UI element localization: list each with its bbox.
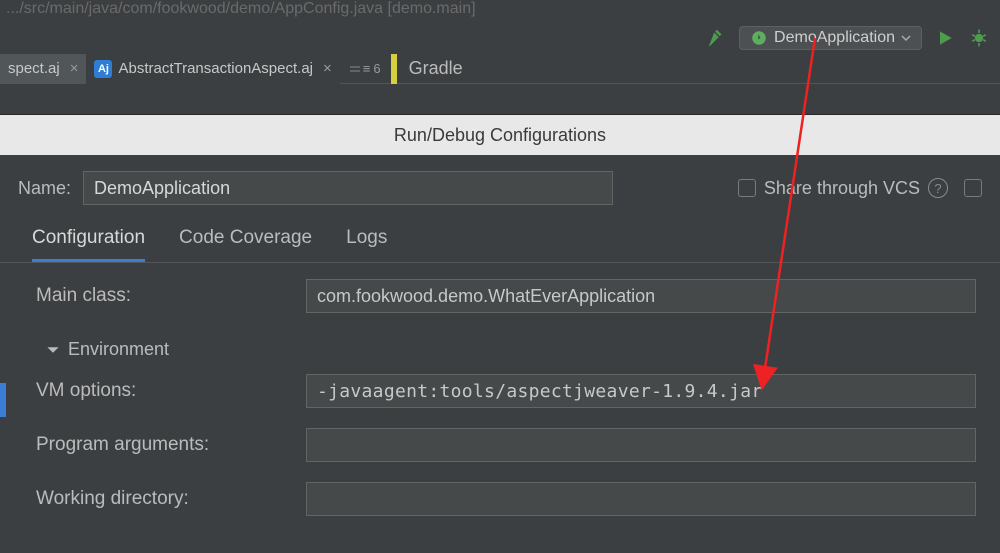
gutter-indicator: ≡6 (340, 61, 391, 76)
dialog-title: Run/Debug Configurations (0, 115, 1000, 155)
aspectj-icon: Aj (94, 60, 112, 78)
run-configuration-label: DemoApplication (774, 29, 895, 47)
tab-label: AbstractTransactionAspect.aj (118, 60, 313, 77)
gradle-panel-label[interactable]: Gradle (397, 58, 475, 79)
spring-boot-icon (750, 29, 768, 47)
close-icon[interactable]: × (323, 60, 332, 77)
breadcrumb: .../src/main/java/com/fookwood/demo/AppC… (0, 0, 1000, 22)
editor-tab[interactable]: spect.aj × (0, 54, 86, 84)
run-icon[interactable] (934, 27, 956, 49)
main-class-label: Main class: (24, 285, 294, 307)
main-class-input[interactable] (306, 279, 976, 313)
extra-checkbox[interactable] (964, 179, 982, 197)
tab-code-coverage[interactable]: Code Coverage (179, 227, 312, 262)
name-label: Name: (18, 178, 71, 199)
program-args-label: Program arguments: (24, 434, 294, 456)
hammer-icon[interactable] (705, 27, 727, 49)
environment-label: Environment (68, 339, 169, 360)
config-tabs: Configuration Code Coverage Logs (0, 213, 1000, 263)
tab-label: spect.aj (8, 60, 60, 77)
tab-configuration[interactable]: Configuration (32, 227, 145, 262)
editor-tabs: spect.aj × Aj AbstractTransactionAspect.… (0, 54, 1000, 84)
share-vcs-label: Share through VCS (764, 178, 920, 199)
program-args-input[interactable] (306, 428, 976, 462)
editor-tab[interactable]: Aj AbstractTransactionAspect.aj × (86, 54, 339, 84)
tab-logs[interactable]: Logs (346, 227, 387, 262)
active-tab-indicator (0, 383, 6, 417)
environment-section-header[interactable]: Environment (24, 333, 976, 374)
help-icon[interactable]: ? (928, 178, 948, 198)
chevron-down-icon (46, 343, 60, 357)
config-name-input[interactable] (83, 171, 613, 205)
chevron-down-icon (901, 33, 911, 43)
share-vcs-checkbox[interactable] (738, 179, 756, 197)
main-toolbar: DemoApplication (0, 22, 1000, 54)
vm-options-input[interactable] (306, 374, 976, 408)
run-configuration-selector[interactable]: DemoApplication (739, 26, 922, 50)
run-debug-config-dialog: Run/Debug Configurations Name: Share thr… (0, 114, 1000, 553)
working-dir-label: Working directory: (24, 488, 294, 510)
close-icon[interactable]: × (70, 60, 79, 77)
working-dir-input[interactable] (306, 482, 976, 516)
vm-options-label: VM options: (24, 380, 294, 402)
debug-icon[interactable] (968, 27, 990, 49)
config-form: Main class: Environment VM options: Prog… (0, 263, 1000, 516)
